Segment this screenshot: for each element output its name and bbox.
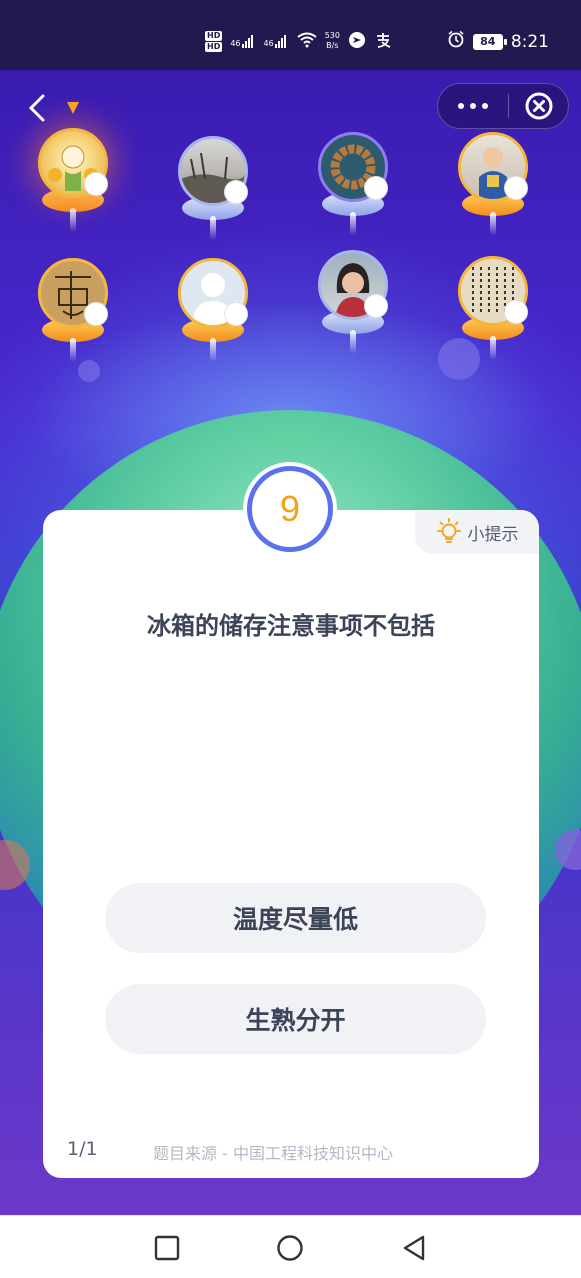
chevron-left-icon [28, 94, 45, 122]
recent-apps-button[interactable] [151, 1232, 183, 1264]
signal-icon: 46 [264, 34, 289, 48]
question-text: 冰箱的储存注意事项不包括 [147, 612, 435, 640]
player-beam [70, 338, 76, 362]
lightbulb-icon [436, 518, 461, 543]
player-status-dot [224, 180, 248, 204]
alipay-icon [374, 31, 392, 52]
player-status-dot [364, 294, 388, 318]
back-button[interactable] [22, 88, 52, 128]
player-status-dot [504, 300, 528, 324]
wifi-icon [297, 32, 317, 51]
question-source: 题目来源 - 中国工程科技知识中心 [153, 1144, 393, 1163]
player-status-dot [84, 172, 108, 196]
battery-indicator: 84 [472, 33, 507, 50]
player-beam [70, 208, 76, 232]
player-2[interactable] [168, 136, 258, 246]
net-speed-value: 530 [324, 31, 340, 40]
question-number-badge: 9 [243, 462, 337, 556]
home-button[interactable] [274, 1232, 306, 1264]
more-dots-icon [458, 103, 464, 109]
status-right: 84 8:21 [447, 30, 549, 53]
status-left-icons: HD HD 46 46 530 B/s [205, 26, 392, 56]
player-beam [210, 216, 216, 240]
alarm-icon [447, 30, 465, 53]
triangle-back-icon [403, 1235, 425, 1261]
question-progress: 1/1 [67, 1138, 98, 1160]
player-status-dot [504, 176, 528, 200]
player-3[interactable] [308, 132, 398, 242]
question-card: 9 小提示 冰箱的储存注意事项不包括 温度尽量低 生熟分开 1/1 题目来源 -… [43, 462, 539, 1178]
square-recent-icon [154, 1235, 180, 1261]
player-6[interactable] [168, 258, 258, 368]
hint-label: 小提示 [467, 524, 519, 545]
status-bar: HD HD 46 46 530 B/s 84 8:21 [0, 0, 581, 70]
player-status-dot [364, 176, 388, 200]
miniapp-capsule [437, 83, 569, 129]
more-dots-icon [482, 103, 488, 109]
system-nav-bar [0, 1215, 581, 1278]
close-circle-icon [525, 92, 552, 120]
player-beam [210, 338, 216, 362]
more-dots-icon [470, 103, 476, 109]
hd-icon: HD HD [205, 30, 223, 52]
player-beam [490, 212, 496, 236]
answer-option-1[interactable]: 温度尽量低 [105, 883, 486, 953]
close-button[interactable] [509, 84, 568, 128]
player-5[interactable] [28, 258, 118, 368]
player-1[interactable] [28, 102, 118, 238]
hd-label: HD [205, 41, 223, 52]
player-status-dot [84, 302, 108, 326]
circle-home-icon [277, 1235, 303, 1261]
player-8[interactable] [448, 256, 538, 366]
signal-label: 46 [230, 39, 241, 48]
clock: 8:21 [510, 31, 549, 52]
hd-label: HD [205, 30, 223, 41]
net-speed: 530 B/s [325, 31, 340, 51]
nav-app-icon [348, 31, 366, 52]
more-button[interactable] [438, 84, 508, 128]
player-beam [490, 336, 496, 360]
back-nav-button[interactable] [398, 1232, 430, 1264]
current-player-marker-icon [67, 102, 79, 114]
player-beam [350, 330, 356, 354]
net-speed-unit: B/s [326, 41, 339, 50]
player-7[interactable] [308, 250, 398, 360]
answer-option-2[interactable]: 生熟分开 [105, 984, 486, 1054]
signal-icon: 46 [230, 34, 255, 48]
question-number: 9 [247, 466, 333, 552]
signal-label: 46 [263, 39, 274, 48]
hint-button[interactable]: 小提示 [415, 510, 539, 554]
game-area: 9 小提示 冰箱的储存注意事项不包括 温度尽量低 生熟分开 1/1 题目来源 -… [0, 70, 581, 1215]
player-4[interactable] [448, 132, 538, 242]
player-status-dot [224, 302, 248, 326]
player-beam [350, 212, 356, 236]
